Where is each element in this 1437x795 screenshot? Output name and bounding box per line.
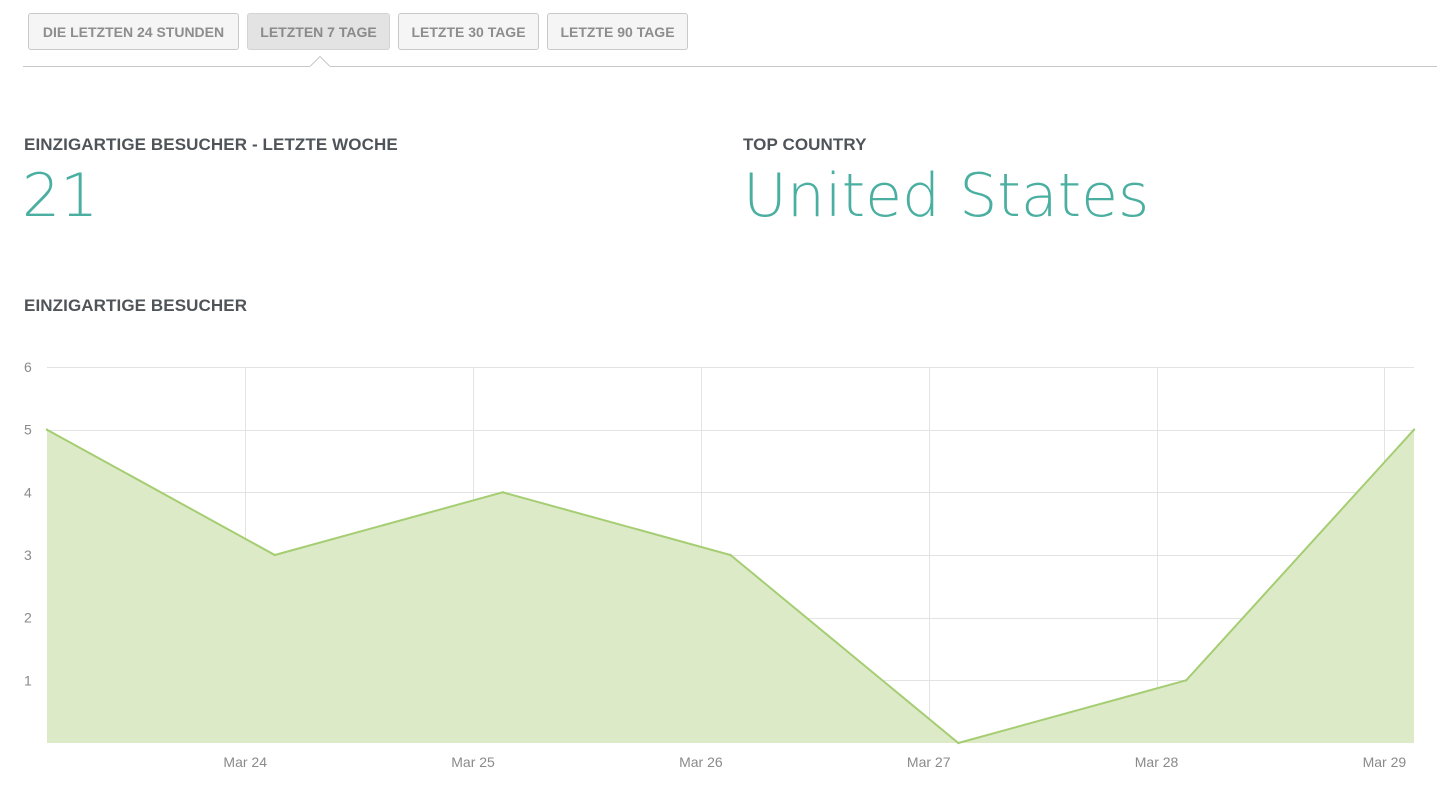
active-tab-pointer bbox=[310, 56, 330, 67]
time-range-tabs: DIE LETZTEN 24 STUNDEN LETZTEN 7 TAGE LE… bbox=[28, 13, 696, 50]
chart-section-title: EINZIGARTIGE BESUCHER bbox=[24, 296, 248, 315]
x-tick-label: Mar 28 bbox=[1135, 754, 1179, 770]
series-area bbox=[47, 429, 1414, 743]
top-country-label: TOP COUNTRY bbox=[743, 135, 867, 154]
top-country-value: United States bbox=[743, 161, 1150, 231]
x-tick-label: Mar 27 bbox=[907, 754, 951, 770]
y-tick-label: 3 bbox=[24, 547, 32, 563]
x-tick-label: Mar 24 bbox=[223, 754, 267, 770]
y-tick-label: 6 bbox=[24, 359, 32, 375]
tabs-divider bbox=[23, 66, 1437, 67]
data-point bbox=[45, 428, 49, 431]
tab-last-24-hours[interactable]: DIE LETZTEN 24 STUNDEN bbox=[28, 13, 239, 50]
data-point bbox=[1185, 679, 1188, 682]
unique-visitors-area-chart: 1 2 3 4 5 6 Mar 24 Mar 25 Mar 26 Mar 27 Mar 28 Mar … bbox=[24, 359, 1416, 770]
unique-visitors-week-label: EINZIGARTIGE BESUCHER - LETZTE WOCHE bbox=[24, 135, 398, 154]
y-tick-label: 2 bbox=[24, 610, 32, 626]
data-point bbox=[1412, 428, 1416, 431]
data-point bbox=[957, 741, 960, 745]
y-tick-label: 4 bbox=[24, 484, 32, 500]
x-tick-label: Mar 29 bbox=[1363, 754, 1407, 770]
data-point bbox=[273, 553, 276, 557]
y-tick-label: 1 bbox=[24, 672, 32, 688]
unique-visitors-week-value: 21 bbox=[22, 161, 99, 231]
x-tick-label: Mar 25 bbox=[451, 754, 495, 770]
tab-last-30-days[interactable]: LETZTE 30 TAGE bbox=[398, 13, 539, 50]
data-point bbox=[729, 553, 732, 557]
y-tick-label: 5 bbox=[24, 422, 32, 438]
data-point bbox=[501, 491, 504, 494]
tab-last-7-days[interactable]: LETZTEN 7 TAGE bbox=[247, 13, 390, 50]
tab-last-90-days[interactable]: LETZTE 90 TAGE bbox=[547, 13, 688, 50]
x-tick-label: Mar 26 bbox=[679, 754, 723, 770]
